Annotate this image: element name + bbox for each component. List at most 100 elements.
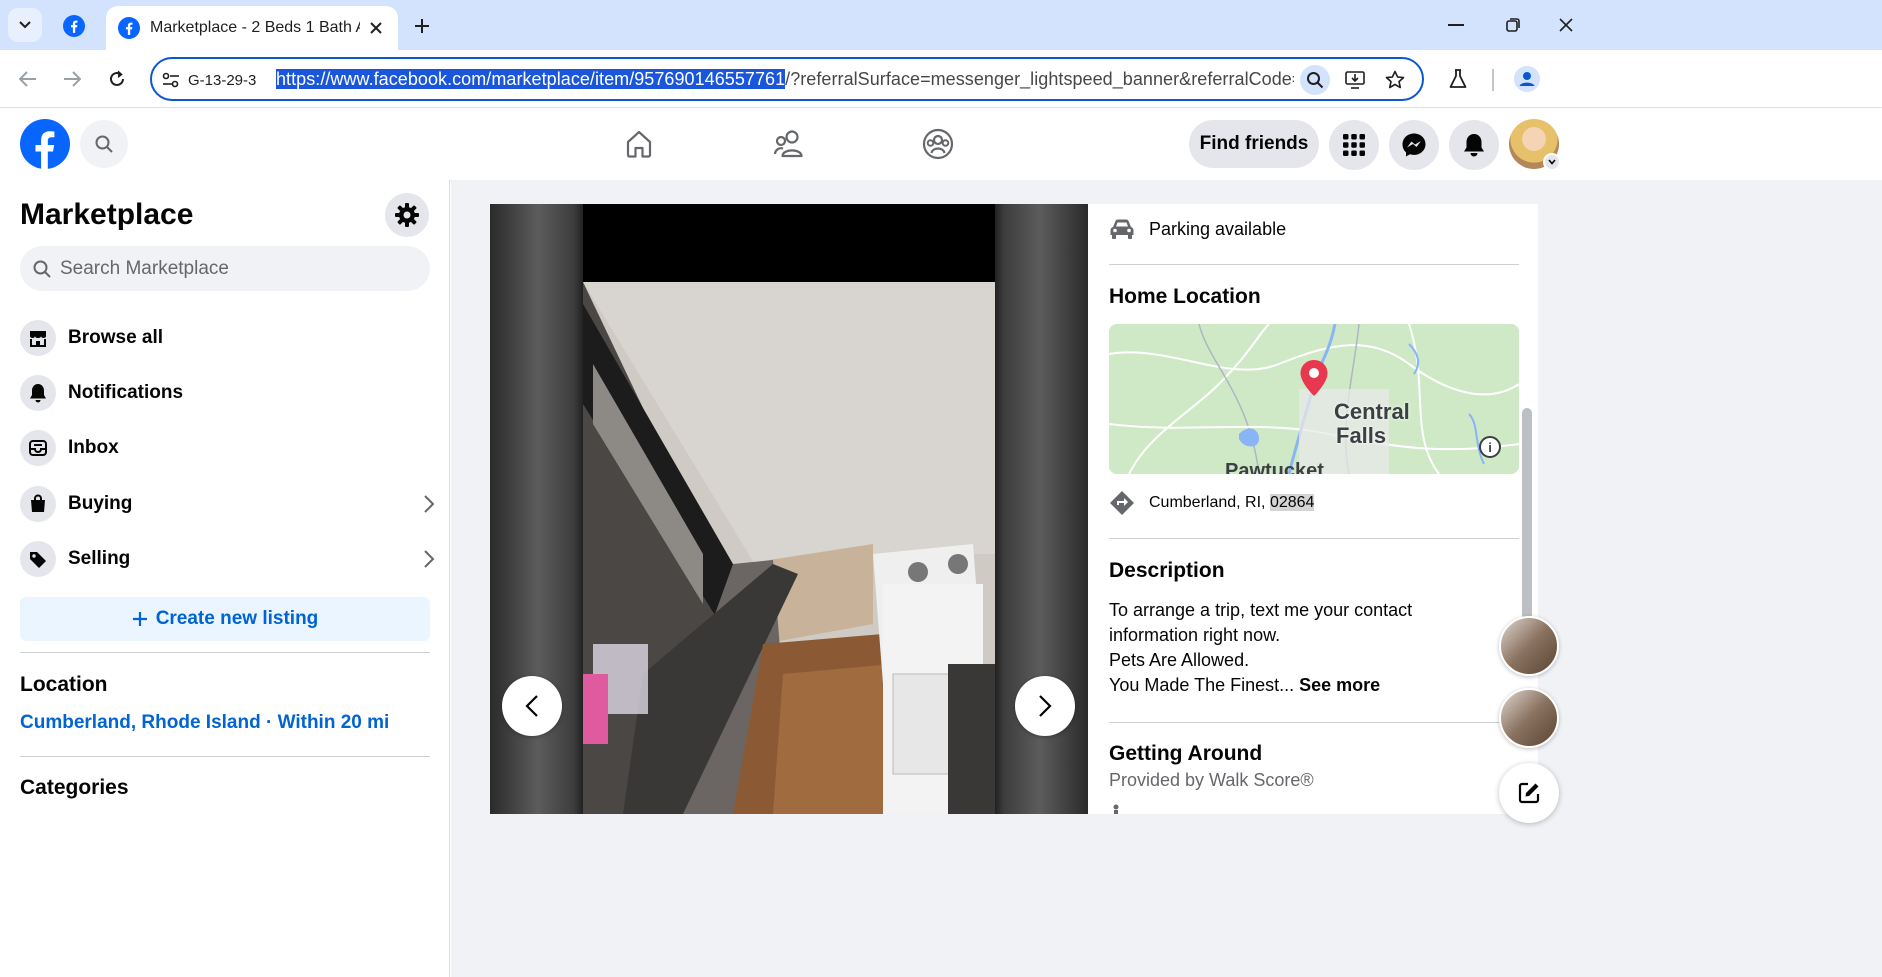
home-nav-button[interactable]: [621, 126, 657, 162]
search-icon: [33, 260, 51, 278]
new-message-button[interactable]: [1499, 763, 1559, 823]
storefront-icon: [20, 320, 56, 356]
shopping-bag-icon: [20, 486, 56, 522]
map-partial-label: Pawtucket: [1225, 460, 1324, 474]
marketplace-settings-button[interactable]: [385, 193, 429, 237]
address-text: Cumberland, RI, 02864: [1149, 494, 1315, 512]
directions-icon: [1110, 491, 1134, 515]
address-prefix: Cumberland, RI,: [1149, 494, 1270, 511]
sidebar-item-notifications[interactable]: Notifications: [20, 370, 435, 416]
url-rest-text: /?referralSurface=messenger_lightspeed_b…: [785, 69, 1294, 89]
menu-button[interactable]: [1329, 120, 1379, 170]
search-tabs-button[interactable]: [1300, 65, 1330, 95]
facebook-favicon-icon: [118, 17, 140, 39]
install-icon: [1345, 71, 1365, 89]
details-scrollbar[interactable]: [1522, 408, 1532, 620]
address-zip: 02864: [1269, 494, 1315, 511]
bell-icon: [20, 375, 56, 411]
listing-details-panel: Parking available Home Location Central …: [1088, 204, 1538, 814]
notifications-button[interactable]: [1449, 120, 1499, 170]
parking-label: Parking available: [1149, 218, 1287, 239]
browser-tab-bar: Marketplace - 2 Beds 1 Bath Apartment: [0, 0, 1882, 50]
site-info-chip[interactable]: G-13-29-3: [162, 67, 256, 93]
profile-button[interactable]: [1510, 62, 1544, 96]
new-tab-button[interactable]: [408, 12, 436, 40]
sidebar-item-selling[interactable]: Selling: [20, 536, 435, 582]
groups-icon: [922, 128, 954, 160]
find-friends-button[interactable]: Find friends: [1189, 120, 1319, 168]
reload-button[interactable]: [100, 62, 134, 96]
listing-photo-gallery: [490, 204, 1088, 814]
getting-around-subtitle: Provided by Walk Score®: [1109, 770, 1314, 790]
sidebar-item-label: Notifications: [68, 382, 184, 403]
parking-row: Parking available: [1109, 218, 1286, 240]
chevron-right-icon: [1039, 695, 1052, 717]
sidebar-item-browse-all[interactable]: Browse all: [20, 315, 435, 361]
chevron-left-icon: [525, 695, 538, 717]
search-input[interactable]: [60, 257, 400, 280]
back-button[interactable]: [11, 62, 45, 96]
chat-head-1[interactable]: [1499, 616, 1559, 676]
tab-search-button[interactable]: [8, 8, 42, 42]
home-icon: [626, 130, 652, 158]
forward-button[interactable]: [55, 62, 89, 96]
description-line: Pets Are Allowed.: [1109, 650, 1250, 670]
create-listing-button[interactable]: Create new listing: [20, 597, 430, 641]
messenger-button[interactable]: [1389, 120, 1439, 170]
facebook-favicon-icon: [63, 15, 85, 37]
compose-icon: [1518, 782, 1540, 804]
messenger-icon: [1402, 133, 1426, 157]
divider: [20, 756, 430, 757]
restore-window-button[interactable]: [1495, 10, 1531, 40]
labs-button[interactable]: [1441, 62, 1475, 96]
home-location-heading: Home Location: [1109, 285, 1261, 308]
friends-icon: [773, 130, 803, 158]
install-app-button[interactable]: [1340, 65, 1370, 95]
close-tab-icon[interactable]: [366, 18, 386, 38]
chat-head-2[interactable]: [1499, 688, 1559, 748]
map-pin-icon: [1300, 360, 1328, 396]
sidebar-item-buying[interactable]: Buying: [20, 481, 435, 527]
url-text[interactable]: https://www.facebook.com/marketplace/ite…: [276, 69, 1294, 90]
arrow-right-icon: [64, 71, 81, 87]
address-bar[interactable]: G-13-29-3 https://www.facebook.com/marke…: [150, 57, 1424, 101]
marketplace-search[interactable]: [20, 246, 430, 291]
previous-photo-button[interactable]: [502, 676, 562, 736]
pinned-tab-facebook[interactable]: [60, 12, 88, 40]
divider: [1109, 264, 1519, 265]
close-window-button[interactable]: [1550, 10, 1582, 40]
page-title: Marketplace: [20, 198, 194, 231]
getting-around-heading: Getting Around: [1109, 742, 1263, 765]
location-filter-link[interactable]: Cumberland, Rhode Island · Within 20 mi: [20, 712, 389, 734]
walk-icon: [1113, 804, 1119, 814]
next-photo-button[interactable]: [1015, 676, 1075, 736]
chevron-down-icon: [19, 21, 31, 29]
tab-title: Marketplace - 2 Beds 1 Bath Apartment: [150, 19, 360, 36]
minimize-window-button[interactable]: [1438, 10, 1474, 40]
price-tag-icon: [20, 541, 56, 577]
location-map[interactable]: Central Falls Pawtucket i: [1109, 324, 1519, 474]
friends-nav-button[interactable]: [771, 126, 807, 162]
map-city-line2: Falls: [1336, 423, 1387, 448]
sidebar-item-label: Selling: [68, 548, 131, 569]
search-icon: [1307, 72, 1324, 89]
groups-nav-button[interactable]: [920, 126, 956, 162]
flask-icon: [1449, 69, 1467, 88]
account-chevron-icon[interactable]: [1543, 153, 1561, 171]
map-info-icon[interactable]: i: [1479, 436, 1501, 458]
chevron-right-icon: [424, 495, 435, 513]
see-more-link[interactable]: See more: [1299, 675, 1380, 695]
facebook-search-button[interactable]: [80, 120, 128, 168]
plus-icon: [132, 612, 147, 626]
bookmark-star-button[interactable]: [1380, 65, 1410, 95]
active-tab[interactable]: Marketplace - 2 Beds 1 Bath Apartment: [106, 6, 398, 50]
sidebar-item-inbox[interactable]: Inbox: [20, 425, 435, 471]
description-line: You Made The Finest...: [1109, 675, 1295, 695]
inbox-icon: [20, 430, 56, 466]
listing-main: Parking available Home Location Central …: [451, 180, 1882, 977]
bell-icon: [1464, 134, 1484, 157]
divider: [1109, 538, 1519, 539]
site-info-label: G-13-29-3: [188, 71, 257, 89]
facebook-logo-icon[interactable]: [20, 119, 70, 169]
car-icon: [1110, 219, 1134, 239]
